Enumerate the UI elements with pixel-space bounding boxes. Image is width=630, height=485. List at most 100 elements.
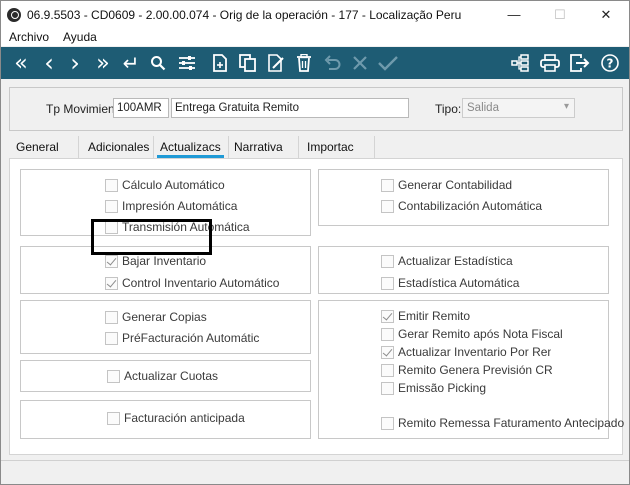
right-group-3: Emitir Remito Gerar Remito após Nota Fis… xyxy=(318,300,624,439)
first-record-icon[interactable]: « xyxy=(6,47,36,79)
checkbox-box[interactable] xyxy=(105,331,118,345)
checkbox-box[interactable] xyxy=(381,199,394,213)
checkbox-box[interactable] xyxy=(105,276,118,290)
actualizacs-tab-page: Cálculo Automático Impresión Automática … xyxy=(9,158,624,455)
checkbox-box[interactable] xyxy=(107,369,120,383)
checkbox-box[interactable] xyxy=(381,381,394,395)
close-button[interactable]: ✕ xyxy=(583,1,629,28)
window-controls: — ☐ ✕ xyxy=(491,1,629,28)
checkbox-estadistica-automatica[interactable]: Estadística Automática xyxy=(381,276,519,290)
window-title: 06.9.5503 - CD0609 - 2.00.00.074 - Orig … xyxy=(27,7,462,22)
right-group-1: Generar Contabilidad Contabilización Aut… xyxy=(318,169,609,226)
checkbox-box[interactable] xyxy=(381,276,394,290)
form-content: Tp Movimien: 100AMR Entrega Gratuita Rem… xyxy=(1,79,629,484)
edit-icon[interactable] xyxy=(262,47,290,79)
tab-narrativa[interactable]: Narrativa xyxy=(229,136,299,158)
checkbox-actualizar-estadistica[interactable]: Actualizar Estadística xyxy=(381,254,513,268)
checkbox-actualizar-inventario-por-remito[interactable]: Actualizar Inventario Por Remito xyxy=(381,345,551,359)
checkbox-label: Remito Remessa Faturamento Antecipado xyxy=(398,416,625,430)
checkbox-label: Gerar Remito após Nota Fiscal xyxy=(398,327,563,341)
checkbox-contabilizacion-automatica[interactable]: Contabilización Automática xyxy=(381,199,542,213)
checkbox-emitir-remito[interactable]: Emitir Remito xyxy=(381,309,470,323)
tree-icon[interactable] xyxy=(505,47,535,79)
tipo-select[interactable]: Salida ▾ xyxy=(462,98,575,118)
tab-adicionales-label: Adicionales xyxy=(88,140,150,154)
checkbox-calculo-automatico[interactable]: Cálculo Automático xyxy=(105,178,225,192)
checkbox-label: Generar Contabilidad xyxy=(398,178,513,192)
tab-actualizacs-label: Actualizacs xyxy=(160,140,221,154)
cancel-icon[interactable] xyxy=(346,47,374,79)
checkbox-box[interactable] xyxy=(105,254,118,268)
app-icon xyxy=(7,7,21,22)
checkbox-label: Facturación anticipada xyxy=(124,411,245,425)
next-record-icon[interactable]: › xyxy=(62,47,88,79)
menu-archivo[interactable]: Archivo xyxy=(1,30,55,44)
right-group-2: Actualizar Estadística Estadística Autom… xyxy=(318,246,609,294)
checkbox-facturacion-anticipada[interactable]: Facturación anticipada xyxy=(107,411,245,425)
checkbox-actualizar-cuotas[interactable]: Actualizar Cuotas xyxy=(107,369,218,383)
copy-icon[interactable] xyxy=(234,47,262,79)
minimize-button[interactable]: — xyxy=(491,1,537,28)
checkbox-box[interactable] xyxy=(381,416,394,430)
toolbar: « ‹ › » ↵ ? xyxy=(1,47,629,79)
checkbox-remito-remessa-faturamento-antecipado[interactable]: Remito Remessa Faturamento Antecipado xyxy=(381,416,624,430)
left-group-actualizar-cuotas: Actualizar Cuotas xyxy=(20,360,311,392)
checkbox-label: Actualizar Cuotas xyxy=(124,369,219,383)
tab-narrativa-label: Narrativa xyxy=(234,140,283,154)
checkbox-label: Remito Genera Previsión CR xyxy=(398,363,553,377)
checkbox-label: Actualizar Inventario Por Remito xyxy=(398,345,551,359)
previous-record-icon[interactable]: ‹ xyxy=(36,47,62,79)
tab-importac-label: Importac xyxy=(307,140,354,154)
help-icon[interactable]: ? xyxy=(595,47,625,79)
tab-general-label: General xyxy=(16,140,59,154)
checkbox-label: Control Inventario Automático xyxy=(122,276,280,290)
checkbox-remito-genera-prevision-cr[interactable]: Remito Genera Previsión CR xyxy=(381,363,553,377)
checkbox-control-inventario-automatico[interactable]: Control Inventario Automático xyxy=(105,276,279,290)
checkbox-label: Emissão Picking xyxy=(398,381,487,395)
checkbox-box[interactable] xyxy=(105,310,118,324)
maximize-button[interactable]: ☐ xyxy=(537,1,583,28)
chevron-down-icon: ▾ xyxy=(563,101,569,112)
last-record-icon[interactable]: » xyxy=(88,47,118,79)
undo-icon[interactable] xyxy=(318,47,346,79)
tab-general[interactable]: General xyxy=(9,136,79,158)
checkbox-emissao-picking[interactable]: Emissão Picking xyxy=(381,381,486,395)
checkbox-label: Actualizar Estadística xyxy=(398,254,513,268)
confirm-icon[interactable] xyxy=(374,47,402,79)
checkbox-box[interactable] xyxy=(105,199,118,213)
search-icon[interactable] xyxy=(144,47,172,79)
checkbox-box[interactable] xyxy=(381,178,394,192)
checkbox-impresion-automatica[interactable]: Impresión Automática xyxy=(105,199,237,213)
checkbox-label: Bajar Inventario xyxy=(122,254,207,268)
menu-ayuda[interactable]: Ayuda xyxy=(55,30,103,44)
print-icon[interactable] xyxy=(535,47,565,79)
tp-movimien-code-field[interactable]: 100AMR xyxy=(113,98,169,118)
checkbox-box[interactable] xyxy=(381,254,394,268)
tp-movimien-label: Tp Movimien: xyxy=(46,102,119,116)
tp-movimien-description-field[interactable]: Entrega Gratuita Remito xyxy=(171,98,409,118)
delete-icon[interactable] xyxy=(290,47,318,79)
checkbox-generar-contabilidad[interactable]: Generar Contabilidad xyxy=(381,178,512,192)
checkbox-box[interactable] xyxy=(381,363,394,377)
return-icon[interactable]: ↵ xyxy=(118,47,144,79)
left-group-4: Facturación anticipada xyxy=(20,400,311,439)
title-bar: 06.9.5503 - CD0609 - 2.00.00.074 - Orig … xyxy=(1,1,629,28)
tab-actualizacs[interactable]: Actualizacs xyxy=(157,136,229,158)
filter-sliders-icon[interactable] xyxy=(172,47,202,79)
checkbox-box[interactable] xyxy=(381,345,394,359)
tab-importac[interactable]: Importac xyxy=(299,136,375,158)
application-window: 06.9.5503 - CD0609 - 2.00.00.074 - Orig … xyxy=(0,0,630,485)
checkbox-label: Cálculo Automático xyxy=(122,178,225,192)
checkbox-bajar-inventario[interactable]: Bajar Inventario xyxy=(105,254,206,268)
checkbox-box[interactable] xyxy=(107,411,120,425)
checkbox-generar-copias[interactable]: Generar Copias xyxy=(105,310,207,324)
checkbox-prefacturacion-automatica[interactable]: PréFacturación Automátic xyxy=(105,331,259,345)
checkbox-box[interactable] xyxy=(381,327,394,341)
tab-adicionales[interactable]: Adicionales xyxy=(79,136,154,158)
checkbox-box[interactable] xyxy=(105,178,118,192)
checkbox-box[interactable] xyxy=(381,309,394,323)
exit-icon[interactable] xyxy=(565,47,595,79)
checkbox-gerar-remito-apos-nota-fiscal[interactable]: Gerar Remito após Nota Fiscal xyxy=(381,327,563,341)
new-document-icon[interactable] xyxy=(206,47,234,79)
checkbox-label: Impresión Automática xyxy=(122,199,238,213)
